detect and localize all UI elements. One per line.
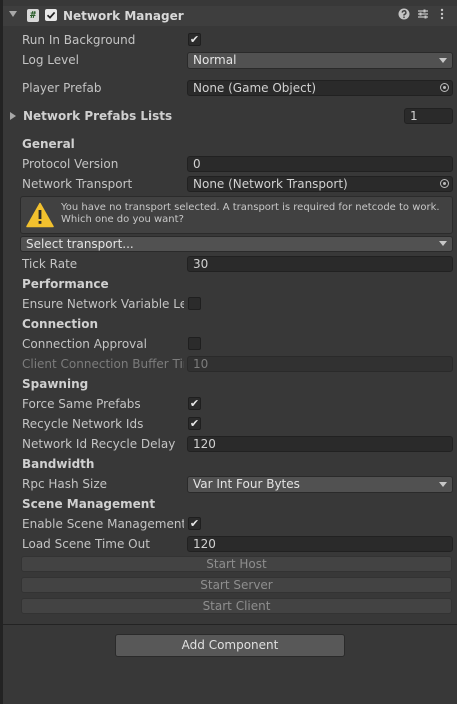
row-enable-scene-management: Enable Scene Management ✔ [0,514,457,534]
select-transport-dropdown[interactable]: Select transport... [20,236,453,252]
recycle-delay-input[interactable]: 120 [187,436,453,452]
bandwidth-heading: Bandwidth [22,457,95,471]
log-level-value: Normal [193,53,237,67]
start-client-button[interactable]: Start Client [21,598,452,614]
foldout-arrow-icon[interactable] [10,112,16,120]
row-log-level: Log Level Normal [0,50,457,70]
load-scene-timeout-label: Load Scene Time Out [22,537,150,551]
ensure-variable-length-checkbox[interactable] [188,297,201,310]
force-same-prefabs-label: Force Same Prefabs [22,397,141,411]
protocol-version-label: Protocol Version [22,157,119,171]
log-level-dropdown[interactable]: Normal [187,52,453,69]
section-performance: Performance [0,274,457,294]
component-header[interactable]: # Network Manager [3,6,457,26]
network-transport-value: None (Network Transport) [193,177,348,191]
scene-management-heading: Scene Management [22,497,156,511]
section-general: General [0,134,457,154]
protocol-version-input[interactable]: 0 [187,156,453,172]
row-load-scene-timeout: Load Scene Time Out 120 [0,534,457,554]
network-prefabs-lists-label: Network Prefabs Lists [23,109,173,123]
foldout-arrow-icon[interactable] [9,11,17,17]
rpc-hash-size-value: Var Int Four Bytes [193,477,300,491]
row-ensure-variable-length: Ensure Network Variable Length Safety [0,294,457,314]
general-heading: General [22,137,75,151]
component-enabled-checkbox[interactable] [45,9,57,21]
section-scene-management: Scene Management [0,494,457,514]
connection-approval-checkbox[interactable] [188,337,201,350]
dropdown-caret-icon [439,58,447,63]
row-network-transport: Network Transport None (Network Transpor… [0,174,457,194]
log-level-label: Log Level [22,53,79,67]
component-separator [3,624,457,625]
object-picker-icon[interactable] [440,83,449,92]
section-bandwidth: Bandwidth [0,454,457,474]
rpc-hash-size-dropdown[interactable]: Var Int Four Bytes [187,476,453,493]
client-buffer-timeout-input: 10 [187,356,453,372]
row-client-buffer-timeout: Client Connection Buffer Timeout 10 [0,354,457,374]
network-prefabs-lists-size[interactable]: 1 [404,108,453,124]
enable-scene-management-label: Enable Scene Management [22,517,184,531]
script-icon: # [27,9,39,22]
client-buffer-timeout-label: Client Connection Buffer Timeout [22,357,184,371]
more-options-icon[interactable] [435,8,449,22]
load-scene-timeout-input[interactable]: 120 [187,536,453,552]
row-rpc-hash-size: Rpc Hash Size Var Int Four Bytes [0,474,457,494]
run-in-background-checkbox[interactable]: ✔ [188,33,201,46]
player-prefab-label: Player Prefab [22,81,102,95]
help-icon[interactable] [397,8,411,22]
row-player-prefab: Player Prefab None (Game Object) [0,78,457,98]
row-network-prefabs-lists[interactable]: Network Prefabs Lists 1 [0,106,457,126]
dropdown-caret-icon [439,241,447,246]
row-connection-approval: Connection Approval [0,334,457,354]
warning-icon [26,202,54,228]
recycle-network-ids-checkbox[interactable]: ✔ [188,417,201,430]
player-prefab-field[interactable]: None (Game Object) [187,80,453,96]
dropdown-caret-icon [439,482,447,487]
section-connection: Connection [0,314,457,334]
force-same-prefabs-checkbox[interactable]: ✔ [188,397,201,410]
row-recycle-network-ids: Recycle Network Ids ✔ [0,414,457,434]
row-force-same-prefabs: Force Same Prefabs ✔ [0,394,457,414]
add-component-button[interactable]: Add Component [115,634,345,657]
tick-rate-label: Tick Rate [22,257,78,271]
recycle-network-ids-label: Recycle Network Ids [22,417,144,431]
run-in-background-label: Run In Background [22,33,136,47]
network-transport-field[interactable]: None (Network Transport) [187,176,453,192]
component-title: Network Manager [63,9,184,23]
performance-heading: Performance [22,277,109,291]
preset-sliders-icon[interactable] [416,8,430,22]
connection-heading: Connection [22,317,99,331]
row-run-in-background: Run In Background ✔ [0,30,457,50]
select-transport-label: Select transport... [26,237,134,251]
object-picker-icon[interactable] [440,179,449,188]
player-prefab-value: None (Game Object) [193,81,317,95]
network-transport-label: Network Transport [22,177,133,191]
enable-scene-management-checkbox[interactable]: ✔ [188,517,201,530]
ensure-variable-length-label: Ensure Network Variable Length Safety [22,297,184,311]
row-protocol-version: Protocol Version 0 [0,154,457,174]
tick-rate-input[interactable]: 30 [187,256,453,272]
transport-warning-text: You have no transport selected. A transp… [61,202,440,225]
transport-warning-box: You have no transport selected. A transp… [20,196,453,234]
start-server-button[interactable]: Start Server [21,577,452,593]
row-recycle-delay: Network Id Recycle Delay 120 [0,434,457,454]
spawning-heading: Spawning [22,377,89,391]
connection-approval-label: Connection Approval [22,337,147,351]
row-tick-rate: Tick Rate 30 [0,254,457,274]
recycle-delay-label: Network Id Recycle Delay [22,437,176,451]
start-host-button[interactable]: Start Host [21,556,452,572]
section-spawning: Spawning [0,374,457,394]
checkmark-icon [46,11,56,19]
rpc-hash-size-label: Rpc Hash Size [22,477,108,491]
